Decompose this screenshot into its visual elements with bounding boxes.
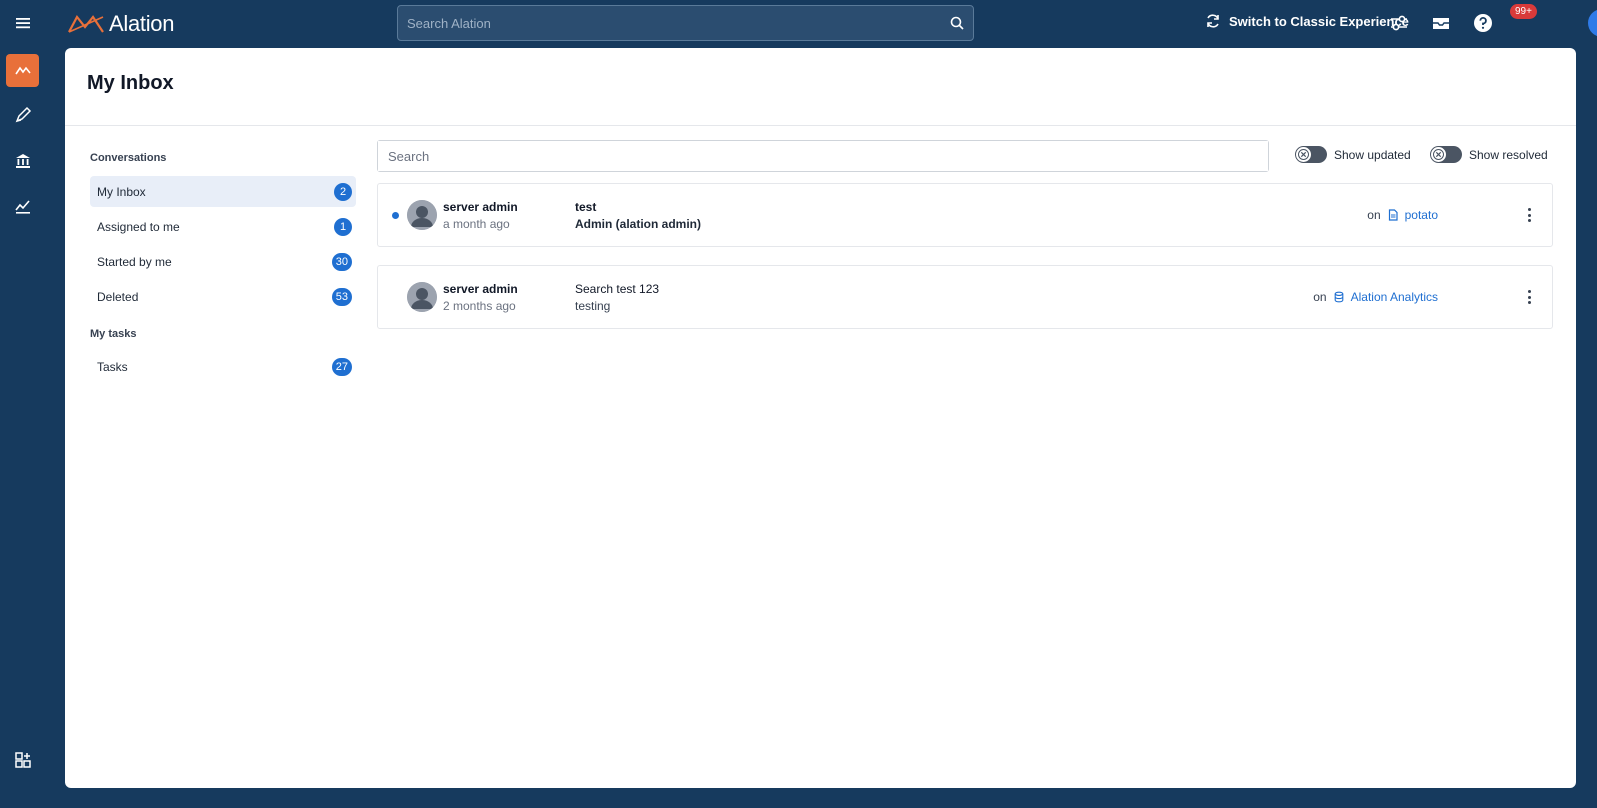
more-options-icon[interactable] [1526, 290, 1532, 304]
on-label: on [1313, 290, 1327, 304]
settings-sliders-icon[interactable] [1387, 11, 1411, 35]
global-search-box [397, 5, 974, 41]
refresh-icon [1207, 14, 1219, 28]
author-name[interactable]: server admin [443, 282, 518, 296]
conversations-heading: Conversations [90, 152, 167, 164]
target-reference: on Alation Analytics [1313, 290, 1438, 304]
home-nav-button[interactable] [6, 54, 39, 87]
sidebar-item-deleted[interactable]: Deleted 53 [90, 281, 356, 312]
sidebar-item-label: Tasks [97, 359, 128, 374]
brand-name: Alation [109, 11, 175, 36]
toggle-track[interactable] [1430, 146, 1462, 163]
sidebar-item-started-by-me[interactable]: Started by me 30 [90, 246, 356, 277]
conversation-subject[interactable]: Search test 123 [575, 282, 659, 296]
left-rail [0, 0, 47, 808]
sidebar-item-label: My Inbox [97, 184, 146, 199]
user-avatar[interactable]: A [1588, 9, 1597, 37]
target-link[interactable]: potato [1405, 208, 1438, 222]
search-icon[interactable] [950, 16, 964, 30]
count-badge: 30 [331, 252, 352, 271]
avatar [407, 200, 437, 230]
apps-grid-icon[interactable] [6, 743, 39, 776]
conversation-search-box [377, 140, 1269, 172]
compose-nav-icon[interactable] [6, 98, 39, 131]
toggle-track[interactable] [1295, 146, 1327, 163]
inbox-icon[interactable] [1429, 11, 1453, 35]
target-link[interactable]: Alation Analytics [1351, 290, 1438, 304]
page-title: My Inbox [87, 72, 174, 94]
menu-icon[interactable] [6, 6, 39, 39]
count-badge: 53 [331, 287, 352, 306]
conversation-search-input[interactable] [378, 141, 1268, 171]
show-updated-toggle[interactable]: Show updated [1295, 146, 1411, 163]
toggle-off-icon [1296, 147, 1311, 162]
on-label: on [1367, 208, 1381, 222]
global-search-input[interactable] [398, 6, 973, 40]
target-reference: on potato [1367, 208, 1438, 222]
conversation-row[interactable]: server admin 2 months ago Search test 12… [377, 265, 1553, 329]
inbox-card: My Inbox Conversations My Inbox 2 Assign… [65, 48, 1576, 788]
show-resolved-label: Show resolved [1469, 147, 1548, 162]
document-icon [1388, 209, 1398, 221]
switch-classic-button[interactable]: Switch to Classic Experience [1205, 13, 1409, 29]
conversation-subject[interactable]: test [575, 200, 596, 214]
sidebar-item-assigned-to-me[interactable]: Assigned to me 1 [90, 211, 356, 242]
avatar [407, 282, 437, 312]
more-options-icon[interactable] [1526, 208, 1532, 222]
count-badge: 1 [334, 217, 352, 236]
alation-logo[interactable]: Alation [67, 11, 174, 37]
sidebar-item-label: Assigned to me [97, 219, 180, 234]
count-badge: 2 [334, 182, 352, 201]
notifications-badge: 99+ [1510, 4, 1537, 19]
timestamp: a month ago [443, 217, 510, 231]
switch-classic-label: Switch to Classic Experience [1229, 13, 1409, 29]
author-name[interactable]: server admin [443, 200, 518, 214]
timestamp: 2 months ago [443, 299, 516, 313]
alation-logo-icon [68, 15, 104, 33]
show-updated-label: Show updated [1334, 147, 1411, 162]
sidebar-item-tasks[interactable]: Tasks 27 [90, 351, 356, 382]
sidebar-item-label: Deleted [97, 289, 139, 304]
analytics-nav-icon[interactable] [6, 189, 39, 222]
top-bar: Alation Switch to Classic Experience 99+… [47, 0, 1597, 46]
unread-indicator [392, 212, 399, 219]
sidebar-item-label: Started by me [97, 254, 172, 269]
conversation-row[interactable]: server admin a month ago test Admin (ala… [377, 183, 1553, 247]
toggle-off-icon [1431, 147, 1446, 162]
conversation-preview: Admin (alation admin) [575, 217, 701, 231]
conversation-preview: testing [575, 299, 611, 313]
catalog-nav-icon[interactable] [6, 144, 39, 177]
count-badge: 27 [331, 357, 352, 376]
help-icon[interactable] [1471, 11, 1495, 35]
sidebar-item-my-inbox[interactable]: My Inbox 2 [90, 176, 356, 207]
my-tasks-heading: My tasks [90, 328, 137, 340]
header-divider [65, 125, 1576, 126]
show-resolved-toggle[interactable]: Show resolved [1430, 146, 1548, 163]
database-icon [1334, 291, 1343, 303]
